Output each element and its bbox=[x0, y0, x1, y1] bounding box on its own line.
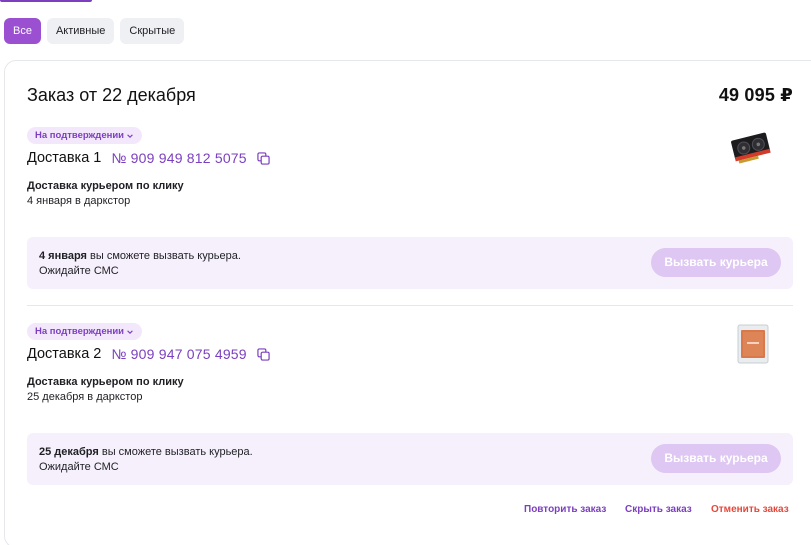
active-tab-underline bbox=[0, 0, 92, 2]
delivery-2-header: Доставка 2 № 909 947 075 4959 bbox=[27, 346, 270, 362]
thermal-pad-icon[interactable] bbox=[731, 322, 775, 366]
delivery-1-header: Доставка 1 № 909 949 812 5075 bbox=[27, 150, 270, 166]
order-filters: Все Активные Скрытые bbox=[4, 18, 185, 44]
repeat-order-button[interactable]: Повторить заказ bbox=[524, 504, 606, 515]
delivery-1-courier-info: 4 января вы сможете вызвать курьера. Ожи… bbox=[39, 249, 241, 279]
delivery-2-status-badge[interactable]: На подтверждении bbox=[27, 323, 143, 340]
graphics-card-icon[interactable] bbox=[730, 126, 774, 170]
copy-icon[interactable] bbox=[257, 151, 270, 165]
chevron-down-icon bbox=[127, 329, 133, 334]
filter-active-chip[interactable]: Активные bbox=[46, 18, 115, 44]
status-label: На подтверждении bbox=[35, 130, 125, 141]
delivery-1-date: 4 января в даркстор bbox=[27, 195, 131, 207]
filter-all-chip[interactable]: Все bbox=[4, 18, 41, 44]
courier-wait: Ожидайте СМС bbox=[39, 265, 119, 277]
delivery-2-number[interactable]: № 909 947 075 4959 bbox=[111, 346, 246, 362]
delivery-2-courier-info: 25 декабря вы сможете вызвать курьера. О… bbox=[39, 445, 253, 475]
order-title: Заказ от 22 декабря bbox=[27, 85, 196, 105]
courier-wait: Ожидайте СМС bbox=[39, 461, 119, 473]
chevron-down-icon bbox=[127, 133, 133, 138]
delivery-1-number[interactable]: № 909 949 812 5075 bbox=[111, 150, 246, 166]
status-label: На подтверждении bbox=[35, 326, 125, 337]
courier-text: вы сможете вызвать курьера. bbox=[86, 250, 241, 262]
courier-date: 4 января bbox=[39, 250, 87, 262]
delivery-2-courier-box: 25 декабря вы сможете вызвать курьера. О… bbox=[27, 433, 793, 485]
delivery-2-name: Доставка 2 bbox=[27, 346, 102, 362]
delivery-1-status-badge[interactable]: На подтверждении bbox=[27, 127, 143, 144]
hide-order-button[interactable]: Скрыть заказ bbox=[625, 504, 692, 515]
orders-page: Все Активные Скрытые Заказ от 22 декабря… bbox=[0, 0, 811, 545]
delivery-1-method: Доставка курьером по клику bbox=[27, 180, 184, 192]
delivery-2-call-courier-button[interactable]: Вызвать курьера bbox=[651, 444, 781, 473]
copy-icon[interactable] bbox=[257, 347, 270, 361]
order-total: 49 095 ₽ bbox=[718, 85, 793, 105]
delivery-2-method: Доставка курьером по клику bbox=[27, 376, 184, 388]
delivery-1-call-courier-button[interactable]: Вызвать курьера bbox=[651, 248, 781, 277]
courier-date: 25 декабря bbox=[39, 446, 99, 458]
delivery-1-name: Доставка 1 bbox=[27, 150, 102, 166]
delivery-2-date: 25 декабря в даркстор bbox=[27, 391, 143, 403]
delivery-1-courier-box: 4 января вы сможете вызвать курьера. Ожи… bbox=[27, 237, 793, 289]
delivery-divider bbox=[27, 305, 793, 306]
courier-text: вы сможете вызвать курьера. bbox=[98, 446, 253, 458]
filter-hidden-chip[interactable]: Скрытые bbox=[120, 18, 185, 44]
cancel-order-button[interactable]: Отменить заказ bbox=[711, 504, 789, 515]
